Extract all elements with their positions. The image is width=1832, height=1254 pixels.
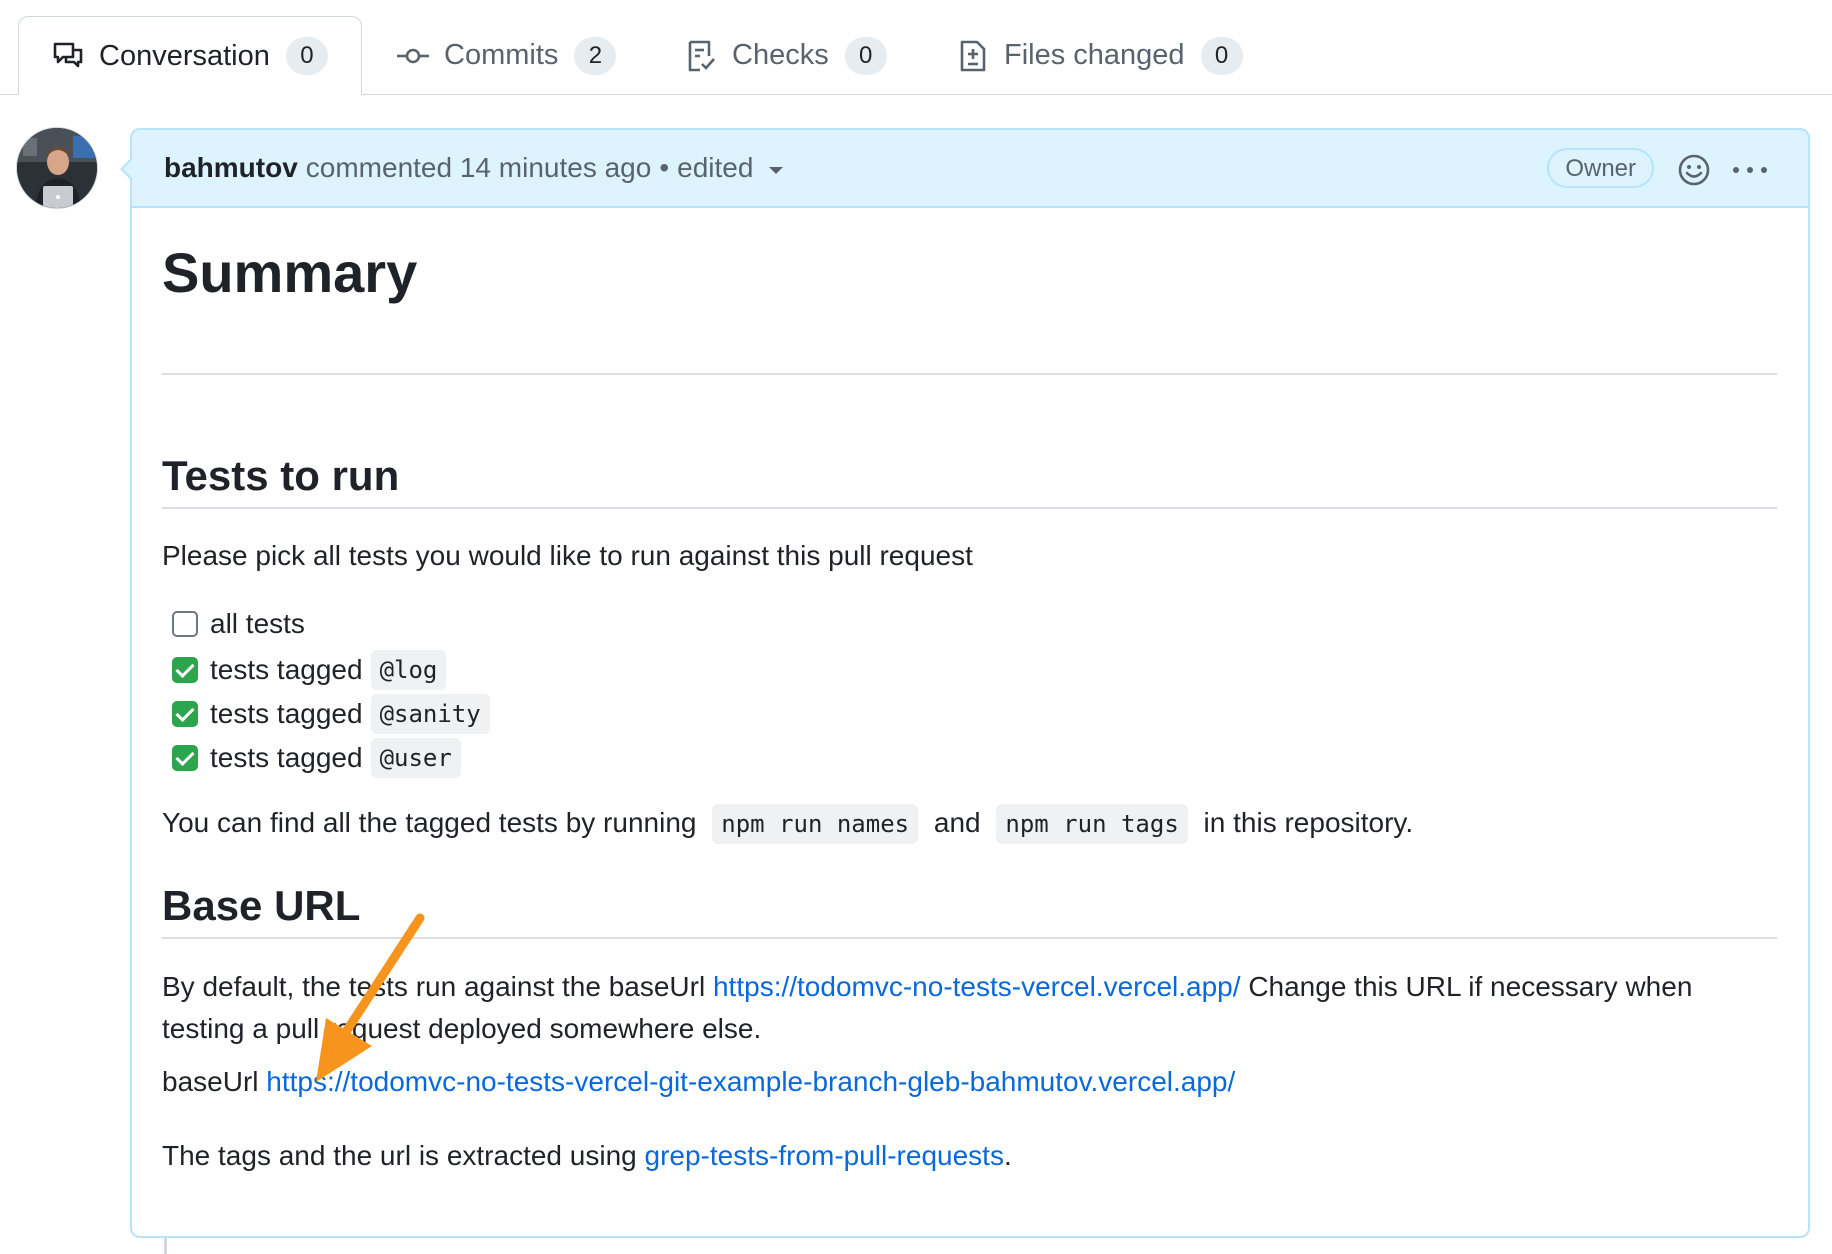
task-item-all-tests: all tests (172, 608, 305, 640)
annotation-arrow-icon (316, 913, 425, 1082)
comment-header: bahmutov commented 14 minutes ago • edit… (132, 130, 1808, 208)
task-label: tests tagged (210, 654, 363, 685)
comment-timestamp[interactable]: 14 minutes ago (460, 152, 651, 184)
task-item-log: tests tagged @log (172, 650, 447, 690)
edited-label: edited (677, 152, 754, 183)
commit-icon (396, 39, 430, 73)
comment-separator: • (659, 152, 670, 183)
task-checkbox[interactable] (172, 701, 198, 727)
tab-label: Files changed (1004, 39, 1185, 71)
npm-names-code: npm run names (712, 804, 919, 844)
grep-tests-link[interactable]: grep-tests-from-pull-requests (645, 1140, 1004, 1171)
task-checkbox[interactable] (172, 657, 198, 683)
edited-dropdown[interactable]: edited (677, 152, 784, 184)
tags-text-post: . (1003, 1140, 1012, 1171)
tab-counter: 0 (1200, 36, 1243, 75)
paragraph-extracted-using: The tags and the url is extracted using … (162, 1140, 1012, 1172)
more-options-button[interactable] (1730, 152, 1770, 188)
task-label: tests tagged (210, 698, 363, 729)
pr-tabs: Conversation 0 Commits 2 Checks 0 Files … (0, 0, 1832, 95)
find-text-mid: and (933, 807, 981, 838)
tab-counter: 0 (844, 36, 887, 75)
task-tag-code: @sanity (370, 694, 490, 734)
comment-caret-fill (123, 160, 132, 178)
kebab-horizontal-icon (1733, 167, 1767, 173)
avatar[interactable] (16, 127, 98, 209)
tab-label: Conversation (99, 39, 270, 72)
task-checkbox[interactable] (172, 745, 198, 771)
comment-author[interactable]: bahmutov (164, 152, 298, 184)
task-checkbox[interactable] (172, 611, 198, 637)
find-text-pre: You can find all the tagged tests by run… (162, 807, 697, 838)
file-diff-icon (956, 39, 990, 73)
paragraph-pick: Please pick all tests you would like to … (162, 540, 973, 571)
task-item-user: tests tagged @user (172, 738, 461, 778)
heading-divider (162, 507, 1777, 509)
task-tag-code: @log (370, 650, 447, 690)
owner-badge: Owner (1547, 148, 1654, 188)
tab-counter: 0 (285, 37, 328, 75)
comment-action: commented (305, 152, 453, 183)
tab-label: Checks (732, 39, 829, 71)
tab-label: Commits (444, 39, 559, 71)
checklist-icon (684, 39, 718, 73)
default-url-link[interactable]: https://todomvc-no-tests-vercel.vercel.a… (713, 971, 1241, 1002)
avatar-photo (17, 128, 97, 208)
smiley-icon (1678, 154, 1710, 186)
tags-text-pre: The tags and the url is extracted using (162, 1140, 637, 1171)
tab-conversation[interactable]: Conversation 0 (18, 16, 362, 95)
comment-discussion-icon (51, 39, 85, 73)
task-label: all tests (210, 608, 305, 639)
tab-commits[interactable]: Commits 2 (396, 16, 617, 95)
task-label: tests tagged (210, 742, 363, 773)
heading-summary: Summary (162, 241, 418, 304)
tab-files-changed[interactable]: Files changed 0 (956, 16, 1243, 95)
chevron-down-icon (769, 166, 784, 174)
find-text-post: in this repository. (1203, 807, 1414, 838)
task-item-sanity: tests tagged @sanity (172, 694, 490, 734)
tab-checks[interactable]: Checks 0 (684, 16, 887, 95)
add-reaction-button[interactable] (1676, 152, 1712, 188)
baseurl-label: baseUrl (162, 1066, 259, 1097)
heading-divider (162, 373, 1777, 375)
paragraph-find-tags: You can find all the tagged tests by run… (162, 804, 1414, 844)
heading-tests-to-run: Tests to run (162, 452, 400, 499)
tab-counter: 2 (574, 36, 617, 75)
task-tag-code: @user (370, 738, 461, 778)
npm-tags-code: npm run tags (996, 804, 1188, 844)
